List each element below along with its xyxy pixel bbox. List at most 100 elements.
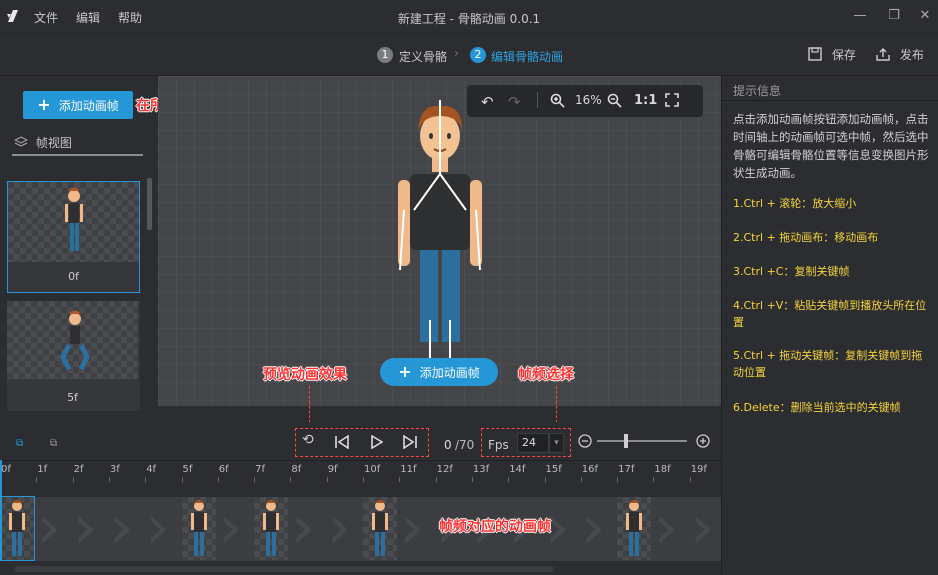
publish-icon (876, 48, 890, 61)
play-icon[interactable] (370, 435, 383, 449)
timeline-tick-mark (580, 477, 582, 482)
redo-icon[interactable]: ↷ (508, 93, 521, 111)
frame-thumb-label: 0f (68, 270, 79, 283)
timeline-tick-label: 6f (218, 464, 229, 475)
keyframe-5f[interactable] (181, 497, 216, 560)
step-1-number: 1 (377, 47, 393, 63)
divider (722, 100, 938, 101)
timeline-tick-mark (108, 477, 110, 482)
track-chevron-icon: › (689, 490, 715, 563)
timeline-tick-mark (326, 477, 328, 482)
timeline-tick-label: 4f (146, 464, 157, 475)
timeline-tick-label: 3f (109, 464, 120, 475)
step-back-icon[interactable] (334, 435, 350, 449)
track-chevron-icon: › (290, 490, 316, 563)
character-icon (65, 187, 83, 251)
publish-label: 发布 (899, 48, 924, 62)
save-icon (808, 47, 822, 61)
hint-item: 4.Ctrl +V：粘贴关键帧到播放头所在位置 (733, 299, 927, 329)
timeline-tick-label: 19f (690, 464, 707, 475)
minimize-icon[interactable]: — (852, 8, 868, 24)
add-frame-button[interactable]: + 添加动画帧 (23, 91, 133, 119)
timeline-tick-label: 16f (581, 464, 599, 475)
step-bar (0, 34, 938, 76)
track-chevron-icon: › (580, 490, 606, 563)
zoom-out-timeline-icon[interactable] (578, 434, 592, 448)
zoom-in-timeline-icon[interactable] (696, 434, 710, 448)
layers-icon (13, 136, 29, 147)
copy-layer-icon[interactable]: ⧉ (16, 438, 23, 449)
keyframe-7f[interactable] (254, 497, 289, 560)
step-forward-icon[interactable] (402, 435, 418, 449)
keyframe-0f[interactable] (0, 496, 35, 561)
character-icon (60, 310, 90, 371)
fullscreen-icon[interactable] (665, 93, 679, 107)
timeline-tick-mark (471, 477, 473, 482)
actual-size-button[interactable]: 1:1 (634, 93, 657, 108)
timeline-tick-mark (36, 477, 38, 482)
chevron-down-icon[interactable]: ▾ (549, 433, 564, 453)
frame-thumb-image (7, 301, 138, 379)
keyframe-10f[interactable] (363, 497, 397, 560)
character-figure[interactable] (380, 100, 500, 362)
restore-icon[interactable]: ❐ (886, 8, 902, 24)
zoom-percent: 16% (575, 93, 602, 107)
timeline-zoom-handle[interactable] (624, 434, 628, 448)
zoom-out-icon[interactable] (607, 93, 622, 108)
window-title: 新建工程 - 骨骼动画 0.0.1 (397, 12, 541, 26)
annotation-frame-keys: 帧频对应的动画帧 (439, 519, 551, 535)
timeline-tick-mark (508, 477, 510, 482)
track-chevron-icon: › (36, 490, 62, 563)
fps-input[interactable]: 24 (517, 433, 549, 453)
timeline-tick-mark (653, 477, 655, 482)
annotation-fps-select: 帧频选择 (518, 367, 574, 383)
publish-button[interactable]: 发布 (876, 46, 924, 63)
paste-layer-icon[interactable]: ⧉ (50, 438, 57, 449)
playhead[interactable] (0, 460, 2, 561)
track-chevron-icon: › (217, 490, 243, 563)
add-frame-canvas-button[interactable]: + 添加动画帧 (380, 358, 498, 386)
zoom-in-icon[interactable] (550, 93, 565, 108)
timeline-tick-label: 9f (327, 464, 338, 475)
loop-icon[interactable]: ⟲ (302, 432, 314, 448)
timeline-tick-label: 1f (37, 464, 48, 475)
hint-item: 2.Ctrl + 拖动画布：移动画布 (733, 231, 879, 244)
undo-icon[interactable]: ↶ (481, 93, 494, 111)
step-1-label[interactable]: 定义骨骼 (399, 48, 447, 65)
timeline-tick-label: 11f (400, 464, 417, 475)
add-frame-canvas-label: 添加动画帧 (419, 366, 480, 380)
timeline-tick-label: 0f (1, 464, 11, 475)
timeline-tick-label: 10f (364, 464, 381, 475)
annotation-preview: 预览动画效果 (263, 367, 347, 383)
hint-title: 提示信息 (733, 84, 782, 98)
plus-icon: + (398, 362, 412, 381)
track-chevron-icon: › (326, 490, 352, 563)
track-chevron-icon: › (72, 490, 98, 563)
track-chevron-icon: › (145, 490, 170, 563)
frame-thumb-image (8, 182, 139, 262)
tab-frame-view[interactable]: 帧视图 (13, 134, 72, 151)
timeline-tick-label: 8f (291, 464, 302, 475)
keyframe-17f[interactable] (617, 497, 652, 560)
timeline-tick-mark (617, 477, 619, 482)
frame-list-scrollbar[interactable] (147, 178, 152, 230)
plus-icon: + (37, 95, 51, 114)
toolbar-divider (537, 92, 538, 108)
timeline-tick-label: 12f (436, 464, 453, 475)
close-icon[interactable]: ✕ (917, 8, 933, 24)
track-chevron-icon: › (399, 490, 425, 563)
timeline-zoom-slider[interactable] (597, 440, 687, 442)
timeline-tick-label: 13f (472, 464, 490, 475)
save-button[interactable]: 保存 (808, 46, 856, 63)
step-2-label[interactable]: 编辑骨骼动画 (491, 48, 563, 65)
frame-thumb-5[interactable]: 5f (7, 301, 140, 411)
timeline-scrollbar[interactable] (14, 566, 554, 572)
fps-label: Fps (488, 438, 509, 452)
frame-thumb-0[interactable]: 0f (7, 181, 140, 293)
timeline-tick-mark (254, 477, 256, 482)
canvas-footer (158, 406, 721, 422)
timeline-tick-label: 14f (509, 464, 526, 475)
hint-item: 6.Delete：删除当前选中的关键帧 (733, 401, 901, 414)
add-frame-label: 添加动画帧 (58, 99, 119, 113)
tab-underline (12, 154, 143, 156)
